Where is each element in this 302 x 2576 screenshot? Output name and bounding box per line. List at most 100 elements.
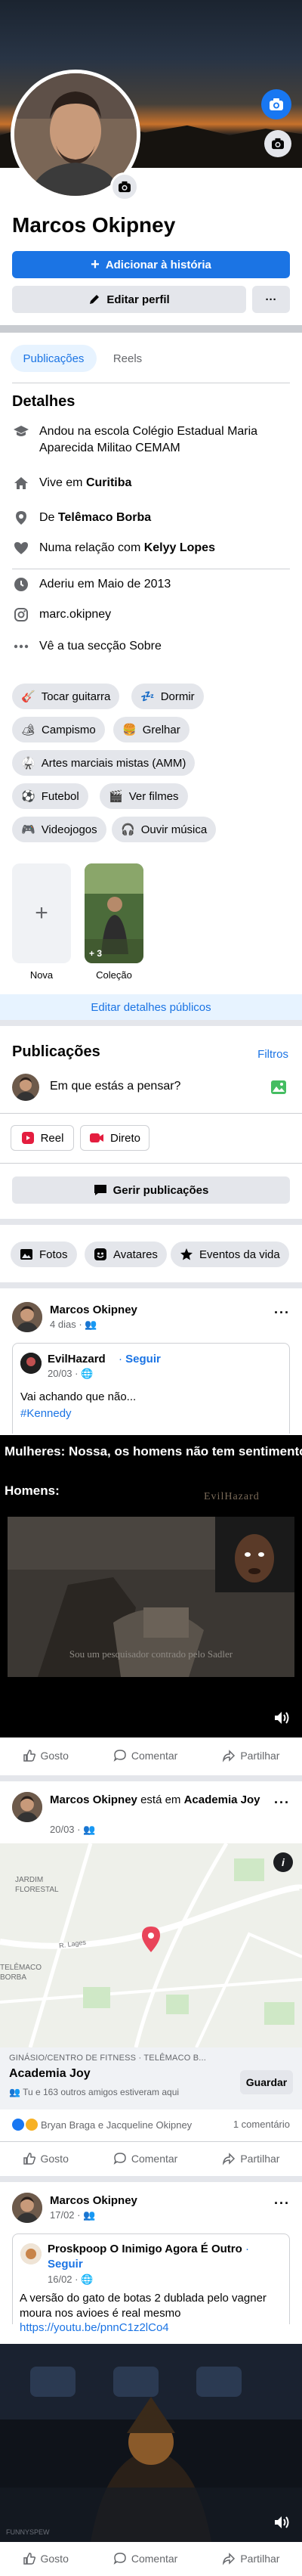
shared-author-avatar[interactable]	[20, 1353, 42, 1374]
share-icon	[223, 1750, 236, 1762]
author-name[interactable]: Marcos Okipney	[50, 1793, 137, 1806]
photos-shortcut[interactable]: Fotos	[11, 1242, 77, 1267]
post-options-icon[interactable]: ···	[274, 2196, 290, 2212]
add-story-button[interactable]: + Adicionar à história	[12, 251, 290, 278]
tab-reels[interactable]: Reels	[103, 345, 153, 372]
author-name[interactable]: Marcos Okipney	[50, 1303, 137, 1316]
like-button[interactable]: Gosto	[23, 2552, 69, 2565]
comment-count[interactable]: 1 comentário	[233, 2119, 290, 2130]
place-link[interactable]: Academia Joy	[184, 1793, 260, 1806]
composer-divider	[0, 1113, 302, 1114]
follow-link[interactable]: · Seguir	[119, 1353, 161, 1365]
info-icon[interactable]: i	[273, 1852, 293, 1872]
manage-posts-button[interactable]: Gerir publicações	[12, 1176, 290, 1204]
shared-author-name[interactable]: Proskpoop O Inimigo Agora É Outro	[48, 2243, 242, 2255]
hobby-chip[interactable]: 🎧 Ouvir música	[112, 817, 217, 842]
shared-author-avatar[interactable]	[20, 2243, 42, 2264]
share-button[interactable]: Partilhar	[222, 2552, 279, 2565]
hobby-chip[interactable]: 🎮 Videojogos	[12, 817, 106, 842]
friends-avatars-icon: 👥	[9, 2087, 20, 2097]
hobby-label: Artes marciais mistas (AMM)	[41, 756, 186, 770]
comment-button[interactable]: Comentar	[113, 2552, 177, 2565]
video-player[interactable]: Mulheres: Nossa, os homens não tem senti…	[0, 1435, 302, 1737]
burger-icon: 🍔	[122, 724, 137, 736]
more-icon: ···	[265, 293, 277, 306]
detail-lives-in-city[interactable]: Curitiba	[86, 476, 131, 489]
video-frame	[0, 2344, 302, 2542]
map-view[interactable]: JARDIM FLORESTAL TELÊMACO BORBA R. Lages…	[0, 1843, 302, 2047]
hobby-chip[interactable]: 🎸 Tocar guitarra	[12, 684, 120, 709]
post-options-icon[interactable]: ···	[274, 1305, 290, 1321]
edit-public-details-button[interactable]: Editar detalhes públicos	[0, 994, 302, 1020]
cover-camera-button[interactable]	[261, 89, 291, 119]
video-player[interactable]: FUNNYSPEW	[0, 2344, 302, 2542]
section-divider	[0, 2176, 302, 2182]
author-name[interactable]: Marcos Okipney	[50, 2194, 137, 2207]
volume-icon[interactable]	[273, 2515, 290, 2530]
hobby-chip[interactable]: 🎬 Ver filmes	[100, 783, 188, 809]
share-icon	[223, 2152, 236, 2165]
see-about-link[interactable]: Vê a tua secção Sobre	[12, 638, 290, 655]
cover-edit-camera-button[interactable]	[264, 130, 291, 157]
like-button[interactable]: Gosto	[23, 2152, 69, 2165]
detail-relationship: Numa relação com Kelyy Lopes	[12, 540, 290, 556]
detail-from-city[interactable]: Telêmaco Borba	[58, 511, 151, 524]
video-caption-top: Mulheres: Nossa, os homens não tem senti…	[5, 1444, 302, 1458]
hobby-chip[interactable]: ⚽ Futebol	[12, 783, 88, 809]
life-events-shortcut[interactable]: Eventos da vida	[171, 1242, 289, 1267]
edit-profile-label: Editar perfil	[106, 293, 170, 306]
featured-collection[interactable]: + 3	[85, 863, 143, 963]
headphones-icon: 🎧	[121, 823, 135, 836]
youtube-link[interactable]: https://youtu.be/pnnC1z2lCo4	[20, 2321, 169, 2334]
post-action-bar: Gosto Comentar Partilhar	[0, 2141, 302, 2175]
hobby-chip[interactable]: 💤 Dormir	[131, 684, 204, 709]
martial-arts-icon: 🥋	[21, 757, 35, 770]
share-button[interactable]: Partilhar	[222, 1749, 279, 1762]
post-options-icon[interactable]: ···	[274, 1795, 290, 1811]
avatars-shortcut[interactable]: Avatares	[85, 1242, 167, 1267]
detail-from-label: De	[39, 511, 58, 524]
more-options-button[interactable]: ···	[252, 286, 290, 313]
gamepad-icon: 🎮	[21, 823, 35, 836]
detail-relationship-partner[interactable]: Kelyy Lopes	[144, 541, 215, 554]
like-button[interactable]: Gosto	[23, 1749, 69, 1762]
photo-icon[interactable]	[270, 1080, 287, 1098]
new-featured-button[interactable]: +	[12, 863, 71, 963]
comment-button[interactable]: Comentar	[113, 1749, 177, 1762]
reel-button[interactable]: Reel	[11, 1125, 74, 1151]
reactions-summary[interactable]: Bryan Braga e Jacqueline Okipney	[12, 2119, 192, 2131]
avatar-camera-button[interactable]	[110, 172, 139, 201]
shared-post-box: EvilHazard · Seguir 20/03 · 🌐 Vai achand…	[12, 1343, 290, 1434]
edit-profile-button[interactable]: Editar perfil	[12, 286, 246, 313]
composer-input[interactable]: Em que estás a pensar?	[50, 1080, 180, 1093]
detail-instagram[interactable]: marc.okipney	[12, 606, 290, 623]
filters-link[interactable]: Filtros	[257, 1048, 288, 1061]
hobby-chip[interactable]: 🏕 Campismo	[12, 717, 105, 742]
comment-icon	[113, 2152, 126, 2165]
avatars-label: Avatares	[113, 1248, 158, 1261]
shared-author-name[interactable]: EvilHazard	[48, 1353, 106, 1365]
volume-icon[interactable]	[273, 1710, 290, 1725]
like-icon	[23, 2553, 35, 2565]
hobby-chip[interactable]: 🍔 Grelhar	[113, 717, 190, 742]
place-name: Academia Joy	[9, 2067, 91, 2080]
hobby-chip[interactable]: 🥋 Artes marciais mistas (AMM)	[12, 750, 196, 776]
composer-avatar[interactable]	[12, 1074, 39, 1101]
author-avatar[interactable]	[12, 1302, 42, 1332]
save-place-button[interactable]: Guardar	[240, 2070, 293, 2094]
author-avatar[interactable]	[12, 1792, 42, 1822]
friends-icon: 👥	[83, 2209, 96, 2221]
details-title: Detalhes	[12, 393, 76, 410]
author-avatar[interactable]	[12, 2193, 42, 2223]
place-card[interactable]: GINÁSIO/CENTRO DE FITNESS · TELÊMACO B..…	[0, 2047, 302, 2109]
hashtag-link[interactable]: #Kennedy	[20, 1407, 72, 1420]
share-button[interactable]: Partilhar	[222, 2152, 279, 2165]
comment-button[interactable]: Comentar	[113, 2152, 177, 2165]
post-header: Marcos Okipney 4 dias · 👥 ···	[12, 1302, 290, 1335]
hobby-label: Futebol	[41, 789, 79, 803]
video-caption-homens: Homens:	[5, 1483, 60, 1498]
detail-instagram-handle: marc.okipney	[39, 608, 112, 621]
camera-icon	[119, 181, 131, 193]
live-button[interactable]: Direto	[80, 1125, 149, 1151]
tab-posts[interactable]: Publicações	[11, 345, 97, 372]
